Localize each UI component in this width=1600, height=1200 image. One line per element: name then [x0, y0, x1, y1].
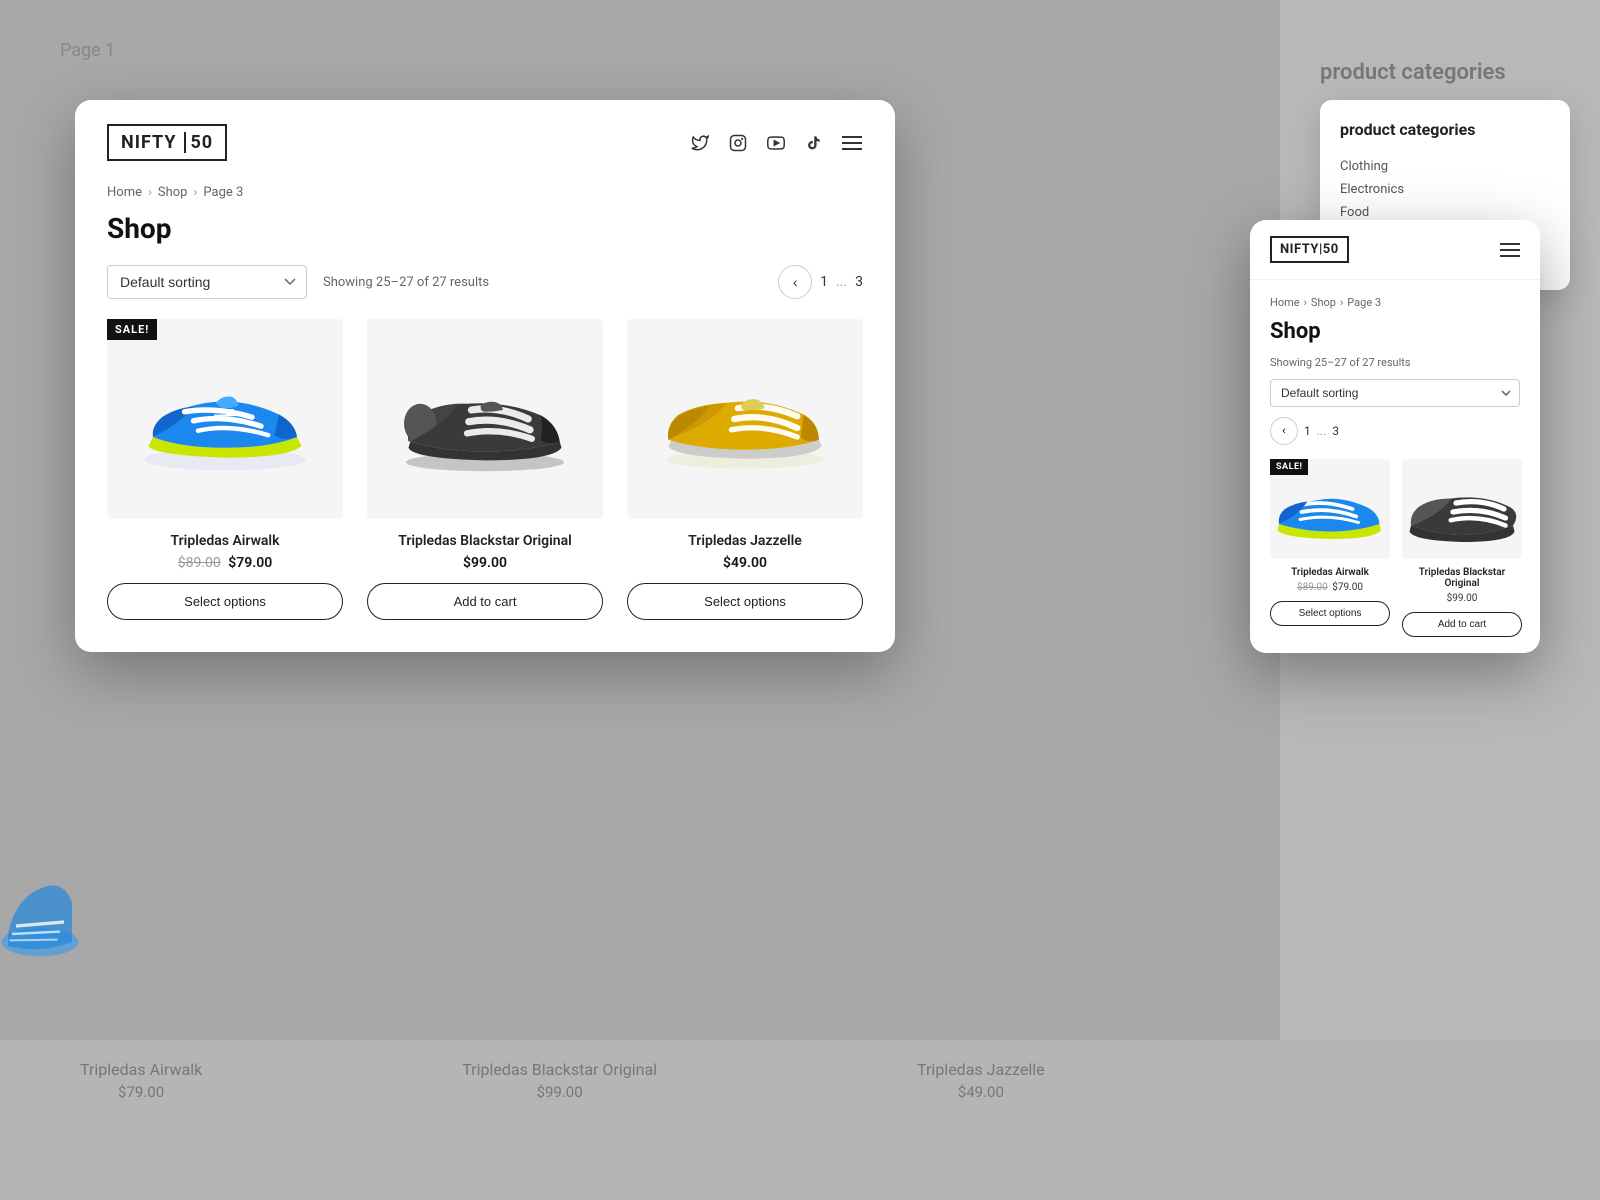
mobile-select-options-airwalk-button[interactable]: Select options [1270, 601, 1390, 626]
breadcrumb-sep-1: › [148, 185, 152, 200]
page-1-button[interactable]: 1 [820, 274, 828, 290]
pagination: ‹ 1 ... 3 [778, 265, 863, 299]
mobile-header: NIFTY|50 [1250, 220, 1540, 280]
mobile-sale-badge: SALE! [1270, 459, 1308, 475]
mobile-product-name-airwalk: Tripledas Airwalk [1270, 567, 1390, 578]
breadcrumb-home[interactable]: Home [107, 185, 142, 200]
mobile-breadcrumb-current: Page 3 [1347, 296, 1381, 309]
bg-bottom-product-1: Tripledas Airwalk $79.00 [80, 1060, 202, 1101]
mobile-sort-select[interactable]: Default sorting Sort by popularity Sort … [1270, 379, 1520, 407]
mobile-logo-part2: 50 [1323, 242, 1339, 257]
mobile-page-title: Shop [1270, 319, 1520, 344]
mobile-product-name-blackstar: Tripledas Blackstar Original [1402, 567, 1522, 589]
mobile-product-price-blackstar: $99.00 [1402, 593, 1522, 604]
mobile-modal: NIFTY|50 Home › Shop › Page 3 Shop Showi… [1250, 220, 1540, 653]
shop-controls: Default sorting Sort by popularity Sort … [107, 265, 863, 299]
mobile-product-card-airwalk: SALE! Tripledas Airwalk $89.00 $79.00 [1270, 459, 1390, 637]
category-electronics[interactable]: Electronics [1340, 178, 1550, 201]
sidebar-title: product categories [1340, 120, 1550, 139]
hamburger-line-3 [1500, 255, 1520, 257]
price-blackstar: $99.00 [463, 555, 507, 571]
bg-bottom-product-2: Tripledas Blackstar Original $99.00 [462, 1060, 657, 1101]
tiktok-icon[interactable] [803, 132, 825, 154]
mobile-breadcrumb: Home › Shop › Page 3 [1270, 296, 1520, 309]
desktop-modal: NIFTY50 [75, 100, 895, 652]
mobile-add-to-cart-blackstar-button[interactable]: Add to cart [1402, 612, 1522, 637]
old-price-airwalk: $89.00 [178, 555, 221, 571]
hamburger-line-1 [1500, 243, 1520, 245]
product-image-airwalk [107, 319, 343, 519]
bg-page-label: Page 1 [60, 40, 115, 61]
sort-select[interactable]: Default sorting Sort by popularity Sort … [107, 265, 307, 299]
mobile-product-price-airwalk: $89.00 $79.00 [1270, 582, 1390, 593]
breadcrumb: Home › Shop › Page 3 [107, 185, 863, 200]
logo-part1: NIFTY [121, 132, 186, 153]
product-price-jazzelle: $49.00 [627, 555, 863, 571]
breadcrumb-sep-2: › [193, 185, 197, 200]
product-card-airwalk: SALE! [107, 319, 343, 620]
new-price-airwalk: $79.00 [228, 555, 272, 571]
mobile-logo: NIFTY|50 [1270, 236, 1349, 263]
logo: NIFTY50 [107, 124, 227, 161]
youtube-icon[interactable] [765, 132, 787, 154]
product-image-blackstar [367, 319, 603, 519]
page-dots: ... [836, 274, 847, 290]
products-grid: SALE! [107, 319, 863, 620]
product-card-blackstar: Tripledas Blackstar Original $99.00 Add … [367, 319, 603, 620]
select-options-jazzelle-button[interactable]: Select options [627, 583, 863, 620]
logo-part2: 50 [190, 132, 213, 153]
bg-categories-title: product categories [1320, 60, 1560, 85]
sale-badge: SALE! [107, 319, 157, 340]
mobile-product-image-blackstar [1402, 459, 1522, 559]
results-text: Showing 25–27 of 27 results [323, 275, 489, 290]
breadcrumb-shop[interactable]: Shop [158, 185, 188, 200]
menu-icon[interactable] [841, 132, 863, 154]
twitter-icon[interactable] [689, 132, 711, 154]
prev-page-button[interactable]: ‹ [778, 265, 812, 299]
bg-left-shoe [0, 820, 80, 1000]
product-name-airwalk: Tripledas Airwalk [107, 533, 343, 549]
modal-body: Home › Shop › Page 3 Shop Default sortin… [75, 177, 895, 652]
mobile-page-dots: ... [1317, 424, 1327, 438]
mobile-results-text: Showing 25–27 of 27 results [1270, 356, 1520, 369]
mobile-breadcrumb-home[interactable]: Home [1270, 296, 1300, 309]
page-title: Shop [107, 212, 863, 245]
mobile-breadcrumb-shop[interactable]: Shop [1311, 296, 1336, 309]
page-3-button[interactable]: 3 [855, 274, 863, 290]
social-icons-group [689, 132, 863, 154]
mobile-product-card-blackstar: Tripledas Blackstar Original $99.00 Add … [1402, 459, 1522, 637]
mobile-body: Home › Shop › Page 3 Shop Showing 25–27 … [1250, 280, 1540, 653]
category-clothing[interactable]: Clothing [1340, 155, 1550, 178]
product-card-jazzelle: Tripledas Jazzelle $49.00 Select options [627, 319, 863, 620]
mobile-pagination: ‹ 1 ... 3 [1270, 417, 1520, 445]
mobile-prev-button[interactable]: ‹ [1270, 417, 1298, 445]
mobile-logo-part1: NIFTY [1280, 242, 1319, 257]
select-options-airwalk-button[interactable]: Select options [107, 583, 343, 620]
price-jazzelle: $49.00 [723, 555, 767, 571]
breadcrumb-current: Page 3 [203, 185, 243, 200]
mobile-products-grid: SALE! Tripledas Airwalk $89.00 $79.00 [1270, 459, 1520, 637]
instagram-icon[interactable] [727, 132, 749, 154]
bg-bottom-product-3: Tripledas Jazzelle $49.00 [917, 1060, 1045, 1101]
product-price-airwalk: $89.00 $79.00 [107, 555, 343, 571]
product-image-jazzelle [627, 319, 863, 519]
hamburger-line-2 [1500, 249, 1520, 251]
mobile-page-1[interactable]: 1 [1304, 424, 1311, 438]
product-name-jazzelle: Tripledas Jazzelle [627, 533, 863, 549]
mobile-page-3[interactable]: 3 [1332, 424, 1339, 438]
modal-header: NIFTY50 [75, 100, 895, 177]
product-name-blackstar: Tripledas Blackstar Original [367, 533, 603, 549]
product-price-blackstar: $99.00 [367, 555, 603, 571]
bg-bottom-bar: Tripledas Airwalk $79.00 Tripledas Black… [0, 1040, 1600, 1200]
mobile-menu-icon[interactable] [1500, 243, 1520, 257]
add-to-cart-blackstar-button[interactable]: Add to cart [367, 583, 603, 620]
